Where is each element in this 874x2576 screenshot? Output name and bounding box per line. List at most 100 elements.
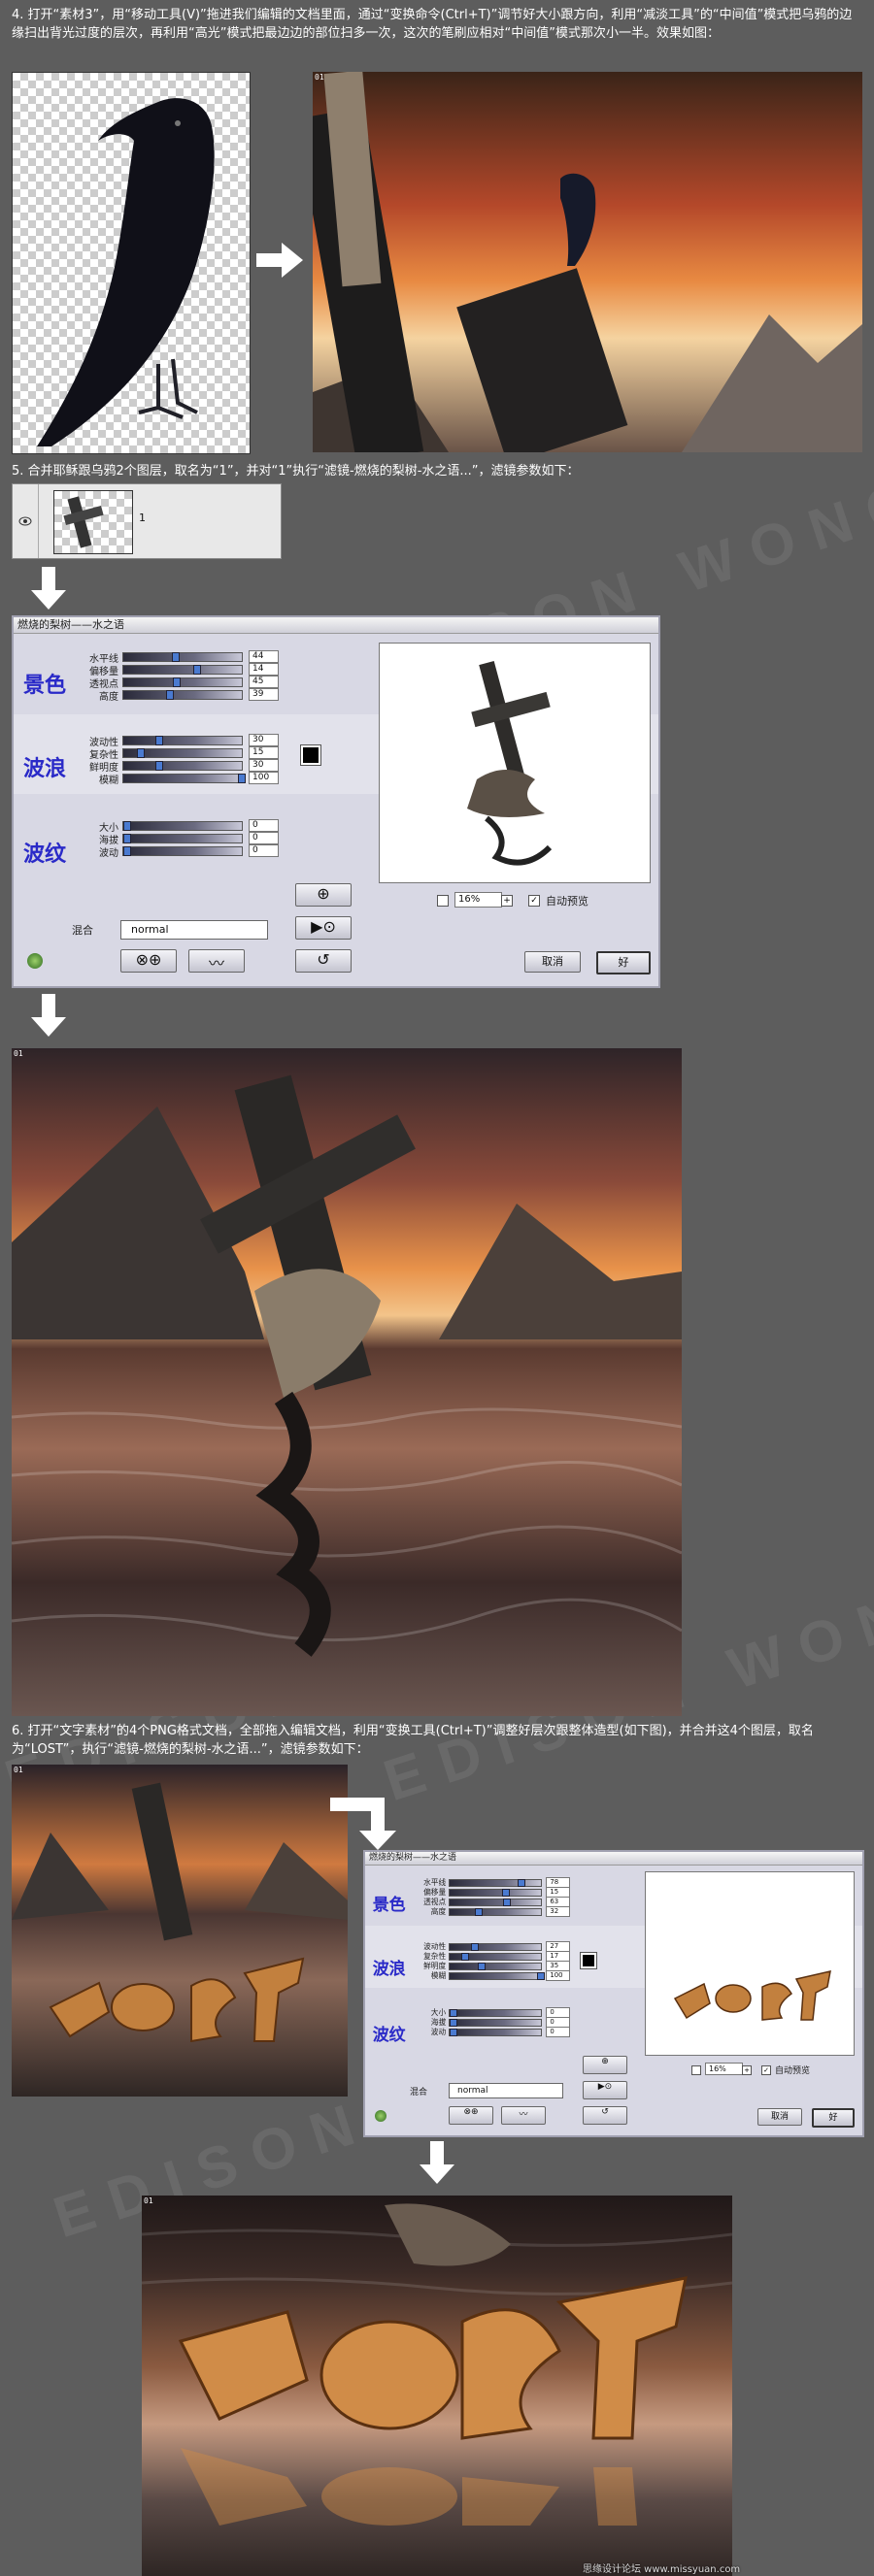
preset-load-button[interactable]: ⊗⊕ — [120, 949, 177, 973]
param-slider[interactable] — [449, 2008, 543, 2017]
zoom-minus[interactable] — [437, 895, 449, 907]
param-value[interactable]: 0 — [546, 2017, 571, 2028]
slider-handle[interactable] — [123, 846, 131, 856]
zoom-level[interactable]: 16% — [705, 2063, 743, 2075]
slider-handle[interactable] — [478, 1962, 487, 1971]
param-slider[interactable] — [122, 821, 243, 831]
reset-button[interactable]: ↺ — [583, 2106, 627, 2125]
param-value[interactable]: 30 — [249, 734, 279, 746]
slider-handle[interactable] — [475, 1907, 484, 1916]
param-value[interactable]: 0 — [249, 819, 279, 832]
slider-handle[interactable] — [123, 834, 131, 843]
slider-handle[interactable] — [238, 774, 246, 783]
slider-handle[interactable] — [192, 665, 201, 675]
nav-forward-button[interactable]: ⊕ — [583, 2056, 627, 2074]
param-value[interactable]: 39 — [249, 688, 279, 701]
preset-save-button[interactable]: 〰 — [501, 2106, 546, 2125]
color-swatch[interactable] — [300, 744, 321, 766]
slider-handle[interactable] — [517, 1878, 525, 1887]
param-slider[interactable] — [449, 1971, 546, 1981]
auto-preview-checkbox[interactable]: ✓ — [528, 895, 540, 907]
param-value[interactable]: 15 — [249, 746, 279, 759]
param-slider[interactable] — [122, 846, 243, 856]
preset-save-button[interactable]: 〰 — [188, 949, 245, 973]
layer-thumbnail[interactable] — [53, 490, 133, 554]
play-button[interactable]: ▶⊙ — [583, 2081, 627, 2099]
ok-button[interactable]: 好 — [812, 2108, 855, 2128]
param-label: 波动 — [99, 848, 118, 859]
zoom-level[interactable]: 16% — [454, 892, 502, 908]
param-slider[interactable] — [449, 1962, 543, 1971]
slider-handle[interactable] — [450, 2018, 458, 2027]
reset-button[interactable]: ↺ — [295, 949, 352, 973]
param-value[interactable]: 14 — [249, 663, 279, 676]
param-value[interactable]: 100 — [249, 772, 279, 784]
slider-handle[interactable] — [450, 2008, 458, 2017]
logo-icon — [375, 2110, 387, 2122]
param-value[interactable]: 0 — [249, 832, 279, 844]
zoom-plus[interactable]: + — [501, 895, 513, 907]
slider-handle[interactable] — [502, 1888, 511, 1897]
param-slider[interactable] — [449, 1952, 543, 1962]
slider-handle[interactable] — [154, 736, 163, 745]
layer-name[interactable]: 1 — [139, 512, 146, 524]
play-button[interactable]: ▶⊙ — [295, 916, 352, 940]
param-value[interactable]: 17 — [546, 1951, 571, 1962]
param-slider[interactable] — [449, 2028, 543, 2036]
param-slider[interactable] — [122, 834, 243, 843]
param-value[interactable]: 45 — [249, 676, 279, 688]
param-slider[interactable] — [122, 774, 246, 783]
slider-handle[interactable] — [171, 652, 180, 662]
param-slider[interactable] — [122, 677, 243, 687]
param-slider[interactable] — [122, 761, 243, 771]
slider-handle[interactable] — [123, 821, 131, 831]
preset-load-button[interactable]: ⊗⊕ — [449, 2106, 493, 2125]
param-value[interactable]: 32 — [546, 1906, 571, 1917]
color-swatch[interactable] — [580, 1952, 597, 1969]
cancel-button[interactable]: 取消 — [757, 2108, 802, 2126]
slider-handle[interactable] — [470, 1942, 479, 1952]
param-slider[interactable] — [122, 748, 243, 758]
param-slider[interactable] — [449, 1942, 543, 1952]
param-value[interactable]: 35 — [546, 1961, 571, 1971]
param-value[interactable]: 78 — [546, 1877, 571, 1888]
param-value[interactable]: 15 — [546, 1887, 571, 1898]
param-value[interactable]: 0 — [546, 2027, 571, 2037]
param-value[interactable]: 63 — [546, 1897, 571, 1907]
auto-preview-checkbox[interactable]: ✓ — [761, 2065, 771, 2075]
cancel-button[interactable]: 取消 — [524, 951, 581, 973]
slider-handle[interactable] — [137, 748, 146, 758]
slider-handle[interactable] — [503, 1898, 512, 1906]
param-value[interactable]: 44 — [249, 650, 279, 663]
param-value[interactable]: 0 — [249, 844, 279, 857]
slider-handle[interactable] — [154, 761, 163, 771]
blend-mode-select[interactable]: normal — [120, 920, 268, 940]
param-slider[interactable] — [449, 1888, 543, 1897]
param-slider[interactable] — [122, 665, 243, 675]
param-slider[interactable] — [122, 736, 243, 745]
slider-handle[interactable] — [172, 677, 181, 687]
slider-handle[interactable] — [165, 690, 174, 700]
slider-handle[interactable] — [537, 1971, 546, 1981]
zoom-minus[interactable] — [691, 2065, 701, 2075]
layer-visibility-cell[interactable] — [13, 484, 39, 558]
param-label: 模糊 — [430, 1971, 447, 1981]
param-slider[interactable] — [122, 690, 243, 700]
param-slider[interactable] — [122, 652, 243, 662]
step4-text: 4. 打开“素材3”，用“移动工具(V)”拖进我们编辑的文档里面，通过“变换命令… — [12, 8, 853, 41]
param-value[interactable]: 30 — [249, 759, 279, 772]
param-slider[interactable] — [449, 1898, 543, 1906]
nav-forward-button[interactable]: ⊕ — [295, 883, 352, 907]
param-value[interactable]: 0 — [546, 2007, 571, 2018]
param-value[interactable]: 27 — [546, 1941, 571, 1952]
slider-handle[interactable] — [450, 2028, 458, 2036]
slider-handle[interactable] — [461, 1952, 470, 1962]
section-title: 波纹 — [372, 2025, 406, 2045]
blend-mode-select[interactable]: normal — [449, 2083, 563, 2098]
param-value[interactable]: 100 — [546, 1970, 571, 1981]
ok-button[interactable]: 好 — [596, 951, 651, 974]
zoom-plus[interactable]: + — [742, 2065, 752, 2075]
param-slider[interactable] — [449, 1878, 543, 1887]
param-slider[interactable] — [449, 2018, 543, 2027]
param-slider[interactable] — [449, 1907, 543, 1916]
